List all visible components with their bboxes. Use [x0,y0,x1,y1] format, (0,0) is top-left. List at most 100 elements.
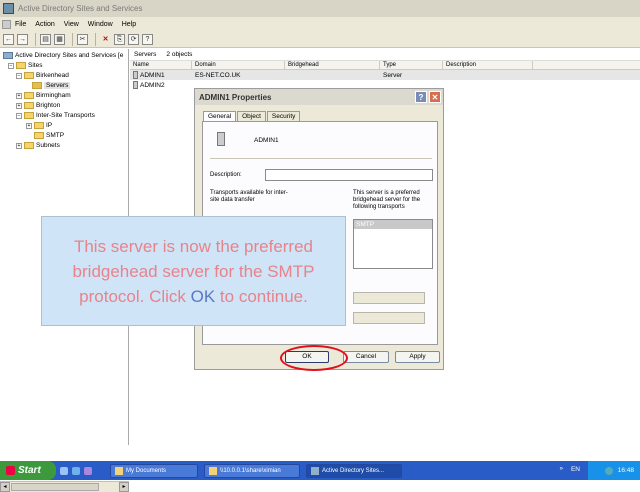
menu-file[interactable]: File [15,21,26,28]
properties-icon[interactable]: ▦ [54,33,65,45]
collapse-icon[interactable]: − [16,72,22,79]
tree-item-ip[interactable]: + IP [26,122,52,129]
tree-item-birkenhead[interactable]: − Birkenhead [16,72,69,79]
column-bridgehead[interactable]: Bridgehead [285,61,380,69]
folder-icon [34,122,44,129]
scrollbar-thumb[interactable] [11,483,99,491]
tree-item-inter-site-transports[interactable]: − Inter-Site Transports [16,112,95,119]
description-label: Description: [210,172,242,178]
scroll-right-icon[interactable]: ▸ [119,482,129,492]
window-titlebar: Active Directory Sites and Services [0,0,640,17]
quick-launch-media-icon[interactable] [84,466,92,475]
menu-help[interactable]: Help [122,21,136,28]
column-headers: Name Domain Bridgehead Type Description [130,61,640,70]
tab-object[interactable]: Object [237,111,266,121]
toolbar: ← → ▤ ▦ ✂ ✕ ⎘ ⟳ ? [0,31,640,48]
taskbar-item-ad-sites[interactable]: Active Directory Sites... [306,463,402,478]
description-input[interactable] [265,169,433,181]
collapse-icon[interactable]: − [16,112,22,119]
tree-item-birmingham[interactable]: + Birmingham [16,92,71,99]
quick-launch-desktop-icon[interactable] [60,466,68,475]
callout-ok-word: OK [190,286,216,306]
language-indicator[interactable]: EN [571,466,580,473]
expand-icon[interactable]: + [16,142,22,149]
refresh-icon[interactable]: ⟳ [128,33,139,45]
toolbar-separator [72,32,73,46]
table-row[interactable]: ADMIN1 ES-NET.CO.UK Server [130,70,640,80]
callout-text: This server is now the preferred bridgeh… [72,236,315,306]
menu-app-icon [2,19,11,29]
server-icon [217,132,225,146]
results-count: 2 objects [166,51,193,58]
folder-icon [115,466,123,475]
up-folder-icon[interactable]: ▤ [40,33,51,45]
console-root-icon [3,52,13,59]
tutorial-callout: This server is now the preferred bridgeh… [41,216,346,326]
preferred-transports-label: This server is a preferred bridgehead se… [353,190,421,210]
export-icon[interactable]: ⎘ [114,33,125,45]
scroll-left-icon[interactable]: ◂ [0,482,10,492]
divider [210,158,432,159]
folder-icon [16,62,26,69]
delete-icon[interactable]: ✕ [100,34,111,45]
toolbar-separator [95,32,96,46]
tree-item-servers[interactable]: Servers [32,82,71,89]
help-icon[interactable]: ? [142,33,153,45]
taskbar-toolbar-arrows-icon[interactable]: » [560,466,563,472]
server-icon [133,71,138,79]
folder-icon [209,466,217,475]
tree-item-sites[interactable]: − Sites [8,62,42,69]
back-arrow-icon[interactable]: ← [3,33,14,45]
column-type[interactable]: Type [380,61,443,69]
app-icon [311,466,319,475]
tree-item-subnets[interactable]: + Subnets [16,142,60,149]
close-icon[interactable]: ✕ [429,91,441,103]
tree-item-brighton[interactable]: + Brighton [16,102,60,109]
tree-item-smtp[interactable]: SMTP [34,132,64,139]
column-description[interactable]: Description [443,61,533,69]
collapse-icon[interactable]: − [8,62,14,69]
readonly-field [353,312,425,324]
transports-available-label: Transports available for inter-site data… [210,190,288,203]
expand-icon[interactable]: + [16,92,22,99]
cut-icon[interactable]: ✂ [77,33,88,45]
list-item[interactable]: SMTP [354,220,432,229]
folder-icon [24,102,34,109]
windows-flag-icon [6,466,15,475]
tray-network-icon[interactable] [604,466,613,475]
server-name: ADMIN1 [254,137,279,144]
tab-security[interactable]: Security [266,111,301,121]
menu-window[interactable]: Window [88,21,113,28]
preferred-transports-list[interactable]: SMTP [353,219,433,269]
apply-button[interactable]: Apply [395,351,440,363]
tab-general[interactable]: General [203,111,237,121]
readonly-field [353,292,425,304]
taskbar-item-share[interactable]: \\10.0.0.1\share\ximian [204,463,300,478]
system-tray: 16:48 [588,461,640,480]
expand-icon[interactable]: + [16,102,22,109]
dialog-tabs: General Object Security [203,111,301,121]
tree-horizontal-scrollbar[interactable]: ◂ ▸ [0,481,129,492]
menu-action[interactable]: Action [35,21,54,28]
app-icon [3,3,14,14]
taskbar-item-my-documents[interactable]: My Documents [110,463,198,478]
forward-arrow-icon[interactable]: → [17,33,28,45]
column-domain[interactable]: Domain [192,61,285,69]
column-name[interactable]: Name [130,61,192,69]
folder-icon [24,92,34,99]
quick-launch-ie-icon[interactable] [72,466,80,475]
window-title: Active Directory Sites and Services [18,4,143,13]
tree-root[interactable]: Active Directory Sites and Services [e [3,52,123,59]
start-button[interactable]: Start [0,461,56,480]
folder-icon [24,72,34,79]
folder-icon [34,132,44,139]
menu-view[interactable]: View [64,21,79,28]
cancel-button[interactable]: Cancel [343,351,389,363]
help-icon[interactable]: ? [415,91,427,103]
expand-icon[interactable]: + [26,122,32,129]
ok-highlight-ring [280,345,348,371]
taskbar: Start My Documents \\10.0.0.1\share\ximi… [0,461,640,480]
server-icon [133,81,138,89]
menu-bar: File Action View Window Help [0,17,640,31]
toolbar-separator [35,32,36,46]
